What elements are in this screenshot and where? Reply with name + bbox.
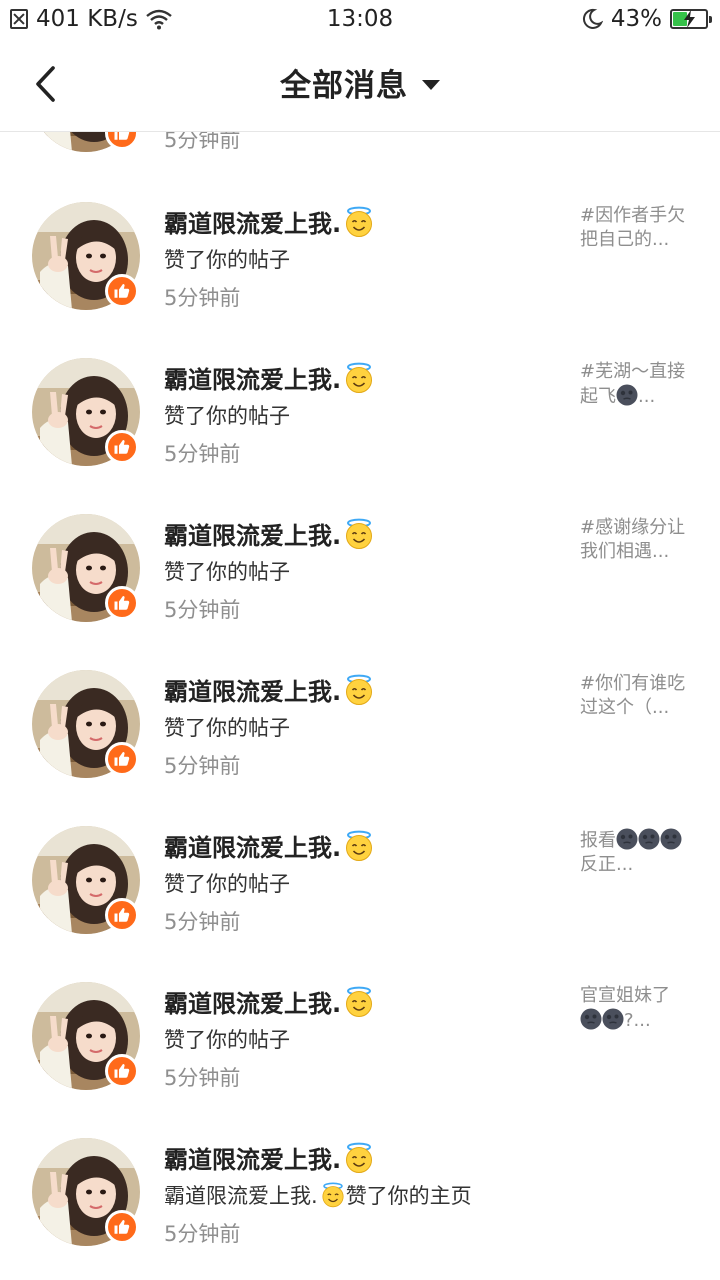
status-bar: 401 KB/s 13:08 43% xyxy=(0,0,720,38)
thumbs-up-icon xyxy=(113,438,131,456)
smiling-face-with-halo-icon xyxy=(343,674,375,706)
thumbs-up-icon xyxy=(113,1062,131,1080)
list-item[interactable]: 霸道限流爱上我. 赞了你的帖子 5分钟前 #感谢缘分让我们相遇... xyxy=(0,514,720,670)
like-badge xyxy=(105,1210,139,1244)
do-not-disturb-icon xyxy=(582,8,603,29)
thumbs-up-icon xyxy=(113,594,131,612)
action-text: 霸道限流爱上我. 赞了你的主页 xyxy=(164,1180,472,1210)
battery-percent: 43% xyxy=(610,6,662,32)
timestamp: 5分钟前 xyxy=(164,1066,241,1090)
timestamp: 5分钟前 xyxy=(164,132,241,152)
post-preview-text: #因作者手欠把自己的... xyxy=(580,205,686,250)
caret-down-icon xyxy=(422,79,440,90)
new-moon-face-icon xyxy=(616,828,638,850)
action-text: 赞了你的帖子 xyxy=(164,872,290,896)
timestamp: 5分钟前 xyxy=(164,442,241,466)
action-text: 赞了你的帖子 xyxy=(164,404,290,428)
smiling-face-with-halo-icon xyxy=(343,1142,375,1174)
battery-icon xyxy=(670,9,712,29)
action-user-name: 霸道限流爱上我. xyxy=(164,1184,318,1208)
post-preview[interactable]: #感谢缘分让我们相遇... xyxy=(580,516,690,564)
charging-bolt-icon xyxy=(684,10,695,28)
user-name-text: 霸道限流爱上我. xyxy=(164,210,342,238)
smiling-face-with-halo-icon xyxy=(343,206,375,238)
list-item[interactable]: 霸道限流爱上我. 赞了你的帖子 5分钟前 #你们有谁吃过这个（... xyxy=(0,670,720,826)
timestamp: 5分钟前 xyxy=(164,1222,241,1246)
list-item[interactable]: 霸道限流爱上我. 霸道限流爱上我. 赞了你的主页 5分钟前 xyxy=(0,1138,720,1280)
like-badge xyxy=(105,742,139,776)
like-badge xyxy=(105,132,139,150)
post-preview[interactable]: 报看反正... xyxy=(580,828,690,877)
user-name[interactable]: 霸道限流爱上我. xyxy=(164,204,375,239)
page-title: 全部消息 xyxy=(280,68,408,104)
smiling-face-with-halo-icon xyxy=(343,986,375,1018)
smiling-face-with-halo-icon xyxy=(343,830,375,862)
post-preview-ellipsis: 反正... xyxy=(580,854,634,875)
timestamp: 5分钟前 xyxy=(164,286,241,310)
list-item[interactable]: 霸道限流爱上我. 赞了你的帖子 5分钟前 报看反正... xyxy=(0,826,720,982)
user-name-text: 霸道限流爱上我. xyxy=(164,522,342,550)
list-item[interactable]: 5分钟前 xyxy=(0,132,720,200)
user-name-text: 霸道限流爱上我. xyxy=(164,366,342,394)
new-moon-face-icon xyxy=(602,1008,624,1030)
thumbs-up-icon xyxy=(113,1218,131,1236)
smiling-face-with-halo-icon xyxy=(343,518,375,550)
thumbs-up-icon xyxy=(113,132,131,142)
post-preview-ellipsis: ... xyxy=(638,386,656,407)
like-badge xyxy=(105,1054,139,1088)
action-description: 赞了你的主页 xyxy=(345,1184,472,1208)
user-name-text: 霸道限流爱上我. xyxy=(164,678,342,706)
user-name[interactable]: 霸道限流爱上我. xyxy=(164,672,375,707)
like-badge xyxy=(105,430,139,464)
list-item[interactable]: 霸道限流爱上我. 赞了你的帖子 5分钟前 #芜湖～直接起飞... xyxy=(0,358,720,514)
status-right: 43% xyxy=(581,6,712,32)
user-name[interactable]: 霸道限流爱上我. xyxy=(164,516,375,551)
action-text: 赞了你的帖子 xyxy=(164,1028,290,1052)
timestamp: 5分钟前 xyxy=(164,754,241,778)
header: 全部消息 xyxy=(0,38,720,132)
post-preview-text: #感谢缘分让我们相遇... xyxy=(580,517,686,562)
action-text: 赞了你的帖子 xyxy=(164,248,290,272)
post-preview-text: #你们有谁吃过这个（... xyxy=(580,673,686,718)
thumbs-up-icon xyxy=(113,750,131,768)
new-moon-face-icon xyxy=(638,828,660,850)
thumbs-up-icon xyxy=(113,282,131,300)
like-badge xyxy=(105,586,139,620)
user-name[interactable]: 霸道限流爱上我. xyxy=(164,360,375,395)
timestamp: 5分钟前 xyxy=(164,598,241,622)
post-preview-text: 官宣姐妹了 xyxy=(580,985,670,1006)
list-item[interactable]: 霸道限流爱上我. 赞了你的帖子 5分钟前 官宣姐妹了?... xyxy=(0,982,720,1138)
post-preview[interactable]: #芜湖～直接起飞... xyxy=(580,360,690,409)
post-preview-text: 报看 xyxy=(580,830,616,851)
new-moon-face-icon xyxy=(660,828,682,850)
user-name-text: 霸道限流爱上我. xyxy=(164,1146,342,1174)
user-name-text: 霸道限流爱上我. xyxy=(164,990,342,1018)
post-preview[interactable]: 官宣姐妹了?... xyxy=(580,984,690,1033)
like-badge xyxy=(105,274,139,308)
like-badge xyxy=(105,898,139,932)
post-preview[interactable]: #你们有谁吃过这个（... xyxy=(580,672,690,720)
smiling-face-with-halo-icon xyxy=(320,1182,346,1208)
post-preview-ellipsis: ?... xyxy=(624,1010,651,1031)
post-preview[interactable]: #因作者手欠把自己的... xyxy=(580,204,690,252)
user-name-text: 霸道限流爱上我. xyxy=(164,834,342,862)
action-text: 赞了你的帖子 xyxy=(164,716,290,740)
user-name[interactable]: 霸道限流爱上我. xyxy=(164,1140,375,1175)
thumbs-up-icon xyxy=(113,906,131,924)
user-name[interactable]: 霸道限流爱上我. xyxy=(164,828,375,863)
message-list[interactable]: 5分钟前 霸道限流爱上我. 赞了你的帖子 5分钟前 #因作者手欠把自己的... … xyxy=(0,132,720,1280)
list-item[interactable]: 霸道限流爱上我. 赞了你的帖子 5分钟前 #因作者手欠把自己的... xyxy=(0,202,720,358)
new-moon-face-icon xyxy=(616,384,638,406)
smiling-face-with-halo-icon xyxy=(343,362,375,394)
message-filter-dropdown[interactable]: 全部消息 xyxy=(0,60,720,105)
timestamp: 5分钟前 xyxy=(164,910,241,934)
action-text: 赞了你的帖子 xyxy=(164,560,290,584)
new-moon-face-icon xyxy=(580,1008,602,1030)
user-name[interactable]: 霸道限流爱上我. xyxy=(164,984,375,1019)
